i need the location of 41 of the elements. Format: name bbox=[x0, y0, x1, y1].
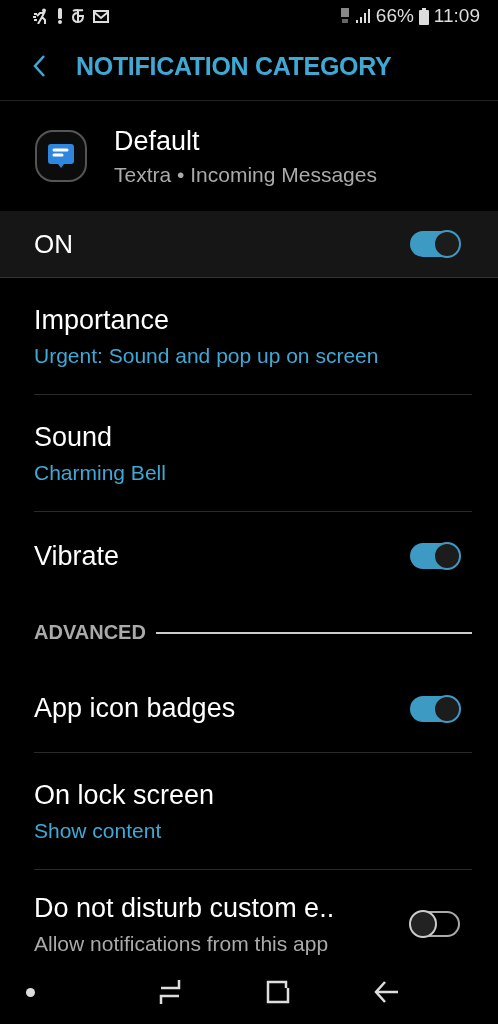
toggle-switch[interactable] bbox=[410, 695, 460, 722]
setting-title: Sound bbox=[34, 421, 114, 453]
section-header: ADVANCED bbox=[34, 621, 146, 644]
chat-bubble-app-icon bbox=[34, 129, 88, 183]
setting-row[interactable]: Vibrate bbox=[34, 512, 472, 600]
battery-icon bbox=[418, 7, 429, 25]
page-title: NOTIFICATION CATEGORY bbox=[76, 51, 392, 81]
switch-label: ON bbox=[34, 228, 73, 260]
clock-time: 11:09 bbox=[433, 5, 480, 27]
toggle-switch[interactable] bbox=[410, 231, 460, 257]
setting-value: Show content bbox=[34, 818, 163, 843]
setting-value: Urgent: Sound and pop up on screen bbox=[34, 343, 380, 368]
recents-icon[interactable] bbox=[159, 980, 182, 1004]
setting-description: Allow notifications from this app bbox=[34, 931, 330, 956]
setting-row[interactable]: On lock screen Show content bbox=[34, 753, 472, 870]
home-icon[interactable] bbox=[265, 980, 290, 1004]
setting-title: On lock screen bbox=[34, 779, 216, 811]
signal-icon bbox=[354, 9, 371, 23]
mail-icon bbox=[93, 9, 109, 23]
setting-title: Do not disturb custom e.. bbox=[34, 892, 335, 924]
exclamation-icon bbox=[57, 8, 63, 24]
setting-row[interactable]: Do not disturb custom e.. Allow notifications from this app bbox=[34, 870, 472, 958]
setting-value: Charming Bell bbox=[34, 460, 167, 485]
running-figure-icon bbox=[33, 8, 49, 24]
setting-row[interactable]: App icon badges bbox=[34, 665, 472, 753]
master-switch-row[interactable]: ON bbox=[0, 211, 498, 278]
toggle-switch[interactable] bbox=[410, 543, 460, 569]
battery-percent: 66% bbox=[375, 5, 414, 27]
gothic-letter-icon bbox=[71, 8, 85, 24]
data-indicator-icon bbox=[339, 7, 350, 25]
category-name: Default bbox=[114, 125, 201, 157]
setting-title: Vibrate bbox=[34, 540, 120, 572]
back-icon[interactable] bbox=[32, 54, 46, 78]
setting-title: App icon badges bbox=[34, 693, 236, 724]
dot-icon bbox=[26, 987, 35, 997]
back-arrow-icon[interactable] bbox=[374, 981, 398, 1003]
setting-row[interactable]: Sound Charming Bell bbox=[34, 395, 472, 512]
setting-title: Importance bbox=[34, 304, 171, 336]
toggle-switch[interactable] bbox=[410, 911, 460, 937]
app-subtitle: Textra • Incoming Messages bbox=[114, 162, 377, 187]
setting-row[interactable]: Importance Urgent: Sound and pop up on screen bbox=[34, 278, 472, 395]
